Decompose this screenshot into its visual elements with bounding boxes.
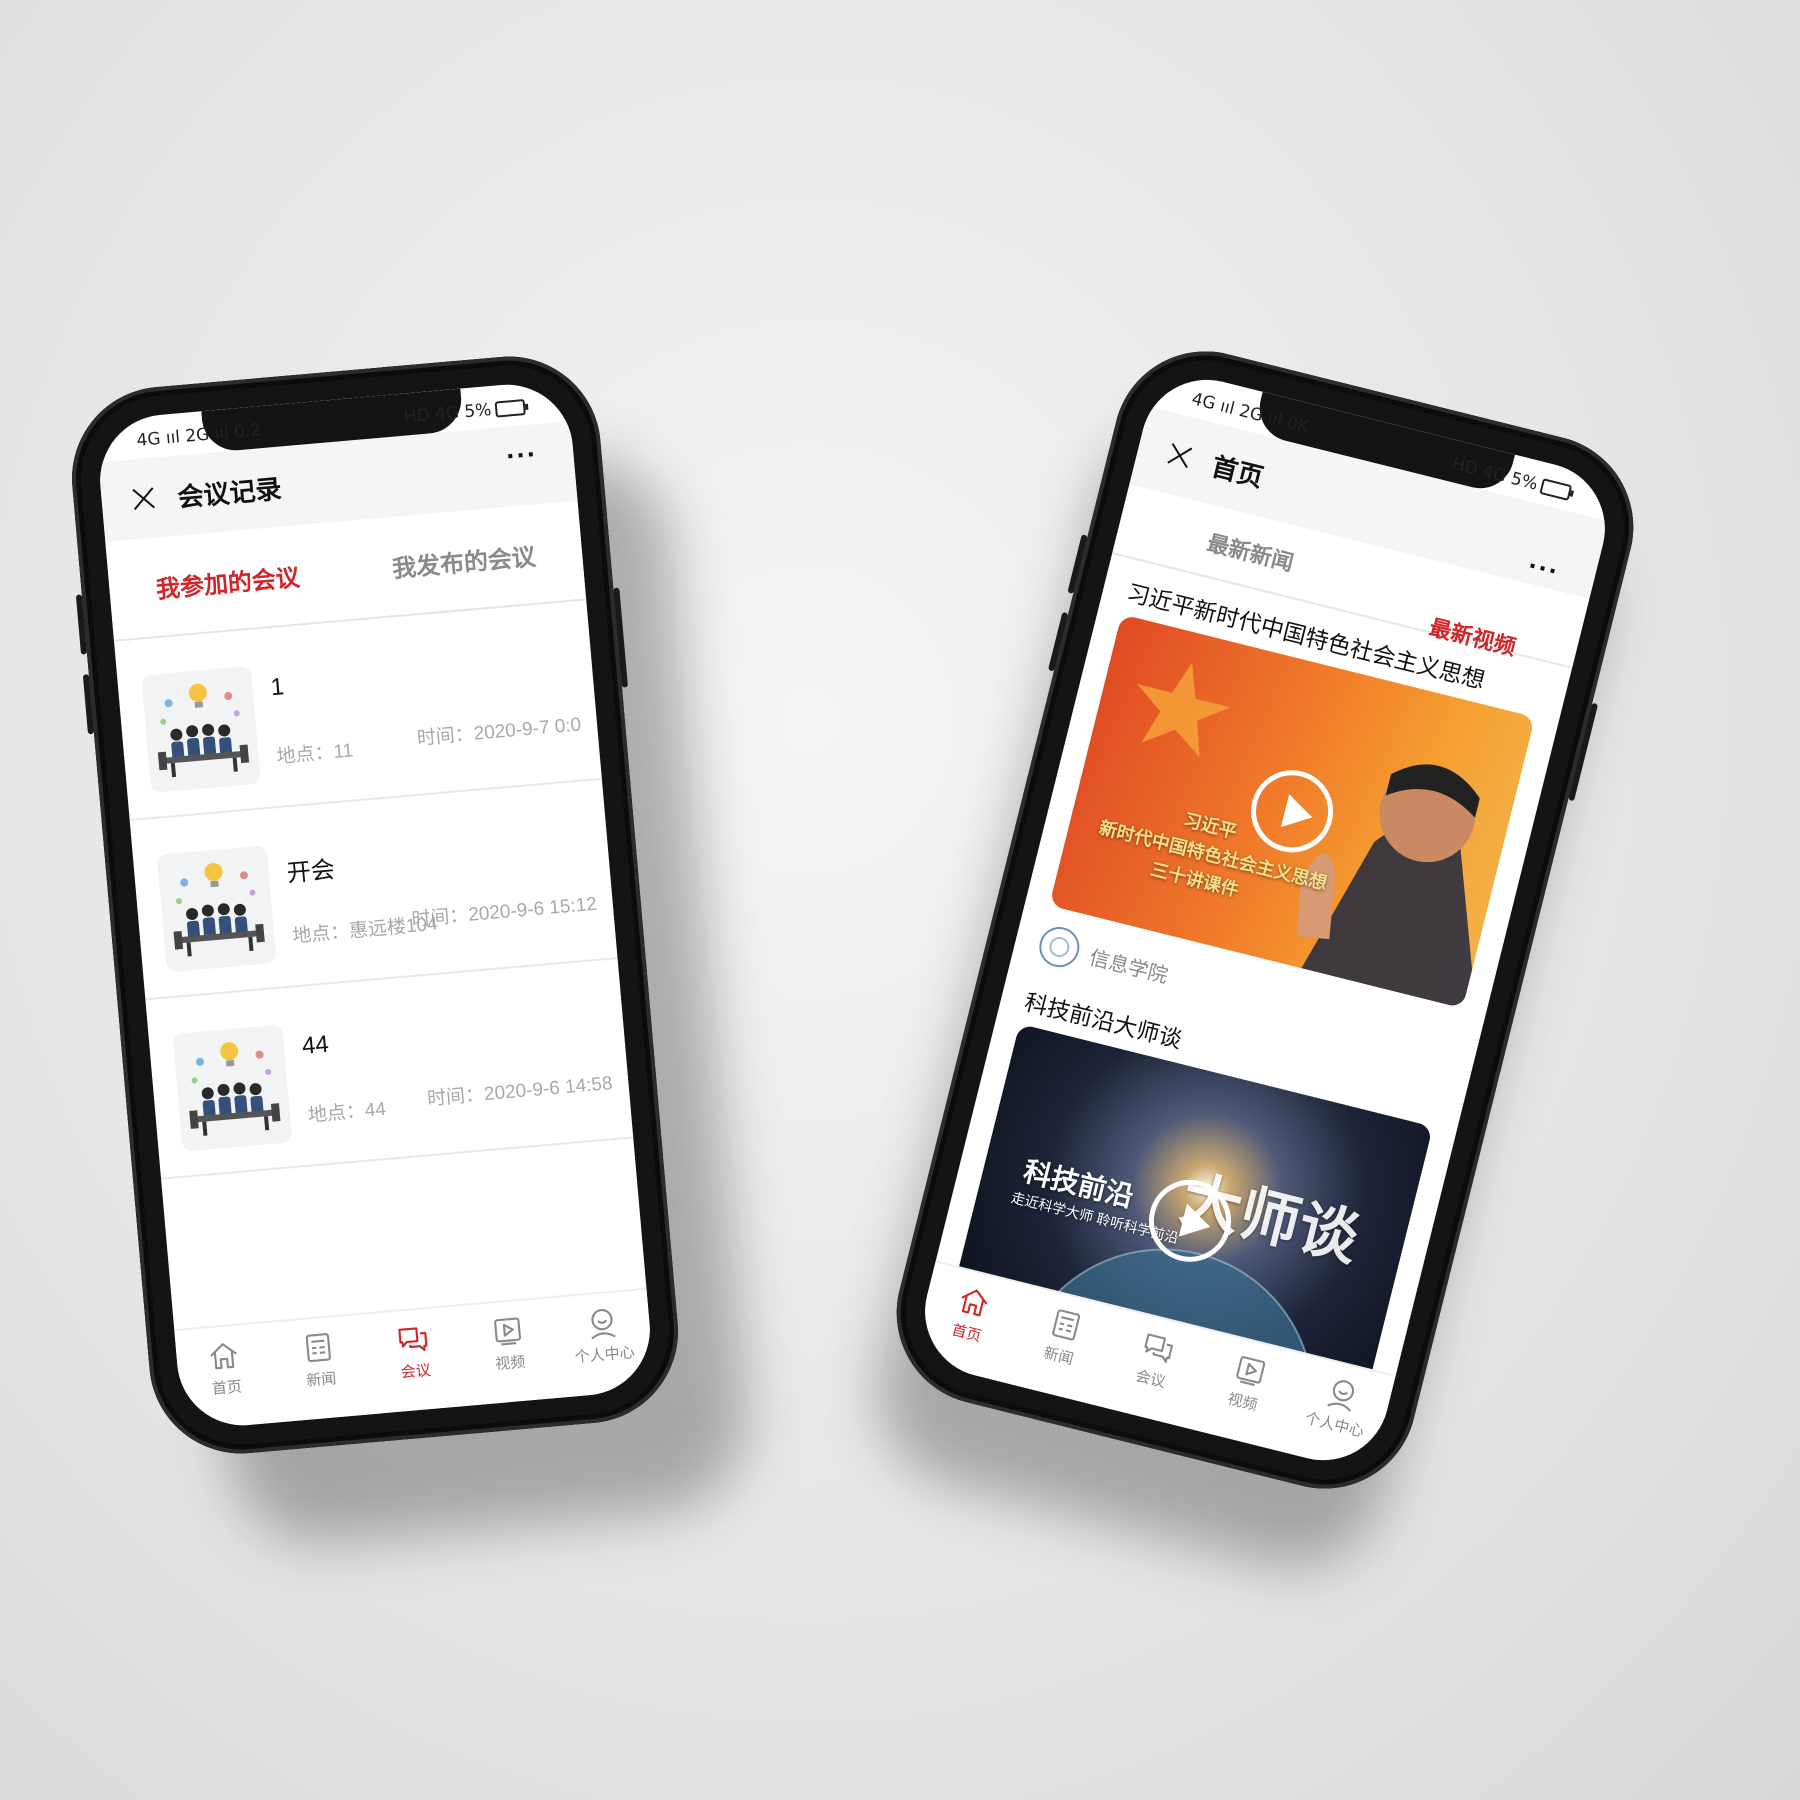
close-icon[interactable] xyxy=(131,486,157,512)
battery-icon xyxy=(494,399,526,418)
video-author: 信息学院 xyxy=(1035,922,1173,994)
meeting-location: 地点：11 xyxy=(275,740,355,768)
tabbar-label: 新闻 xyxy=(1041,1344,1076,1369)
page-title: 首页 xyxy=(1208,450,1267,493)
user-icon xyxy=(1322,1373,1363,1414)
more-menu-button[interactable]: ··· xyxy=(505,438,539,473)
meeting-thumbnail xyxy=(156,845,277,973)
right-screen: 4G ııl 2G ııl 0K HD 4G 5% 首页 ··· 最新新闻 最新… xyxy=(911,365,1619,1475)
right-phone: 4G ııl 2G ııl 0K HD 4G 5% 首页 ··· 最新新闻 最新… xyxy=(877,331,1653,1509)
meeting-location: 地点：44 xyxy=(307,1098,387,1127)
bottom-tab-bar: 首页 新闻 会议 视频 个人中心 xyxy=(174,1287,656,1431)
meeting-time: 时间：2020-9-6 14:58 xyxy=(426,1073,614,1111)
tabbar-label: 视频 xyxy=(494,1353,526,1374)
meeting-title: 开会 xyxy=(285,856,336,888)
meeting-icon xyxy=(395,1321,432,1358)
tabbar-home[interactable]: 首页 xyxy=(174,1323,277,1431)
tabbar-label: 会议 xyxy=(1133,1367,1168,1392)
tab-latest-news[interactable]: 最新新闻 xyxy=(1204,525,1297,577)
tabbar-news[interactable]: 新闻 xyxy=(269,1315,372,1423)
close-icon[interactable] xyxy=(1165,441,1194,470)
college-logo-icon xyxy=(1035,922,1084,972)
meeting-icon xyxy=(1138,1327,1179,1368)
tabbar-label: 视频 xyxy=(1225,1390,1260,1415)
user-icon xyxy=(583,1304,620,1341)
meeting-title: 1 xyxy=(269,673,286,702)
tabbar-label: 首页 xyxy=(949,1321,984,1346)
left-phone: 4G ııl 2G ııl 0.2 HD 4G 5% 会议记录 ··· 我参加的… xyxy=(64,348,686,1462)
tabbar-label: 个人中心 xyxy=(574,1344,636,1367)
page-title: 会议记录 xyxy=(176,473,283,513)
meeting-thumbnail xyxy=(172,1024,293,1152)
tabbar-label: 首页 xyxy=(211,1378,243,1399)
more-menu-button[interactable]: ··· xyxy=(1525,550,1563,589)
tabbar-label: 个人中心 xyxy=(1303,1409,1366,1441)
home-icon xyxy=(206,1337,243,1374)
meeting-time: 时间：2020-9-7 0:0 xyxy=(416,714,582,750)
tabbar-profile[interactable]: 个人中心 xyxy=(552,1290,655,1398)
meeting-thumbnail xyxy=(141,665,261,794)
news-icon xyxy=(300,1329,337,1366)
tabbar-label: 会议 xyxy=(400,1361,432,1382)
left-screen: 4G ııl 2G ııl 0.2 HD 4G 5% 会议记录 ··· 我参加的… xyxy=(94,379,656,1431)
home-icon xyxy=(954,1281,995,1322)
tabbar-video[interactable]: 视频 xyxy=(458,1298,561,1406)
tabbar-label: 新闻 xyxy=(305,1370,338,1390)
tabbar-meeting[interactable]: 会议 xyxy=(363,1306,466,1414)
video-icon xyxy=(1230,1350,1271,1391)
author-name: 信息学院 xyxy=(1087,946,1171,988)
video-icon xyxy=(489,1313,526,1350)
battery-icon xyxy=(1539,478,1573,501)
news-icon xyxy=(1046,1304,1087,1345)
meeting-title: 44 xyxy=(300,1030,330,1060)
meeting-time: 时间：2020-9-6 15:12 xyxy=(410,893,598,931)
